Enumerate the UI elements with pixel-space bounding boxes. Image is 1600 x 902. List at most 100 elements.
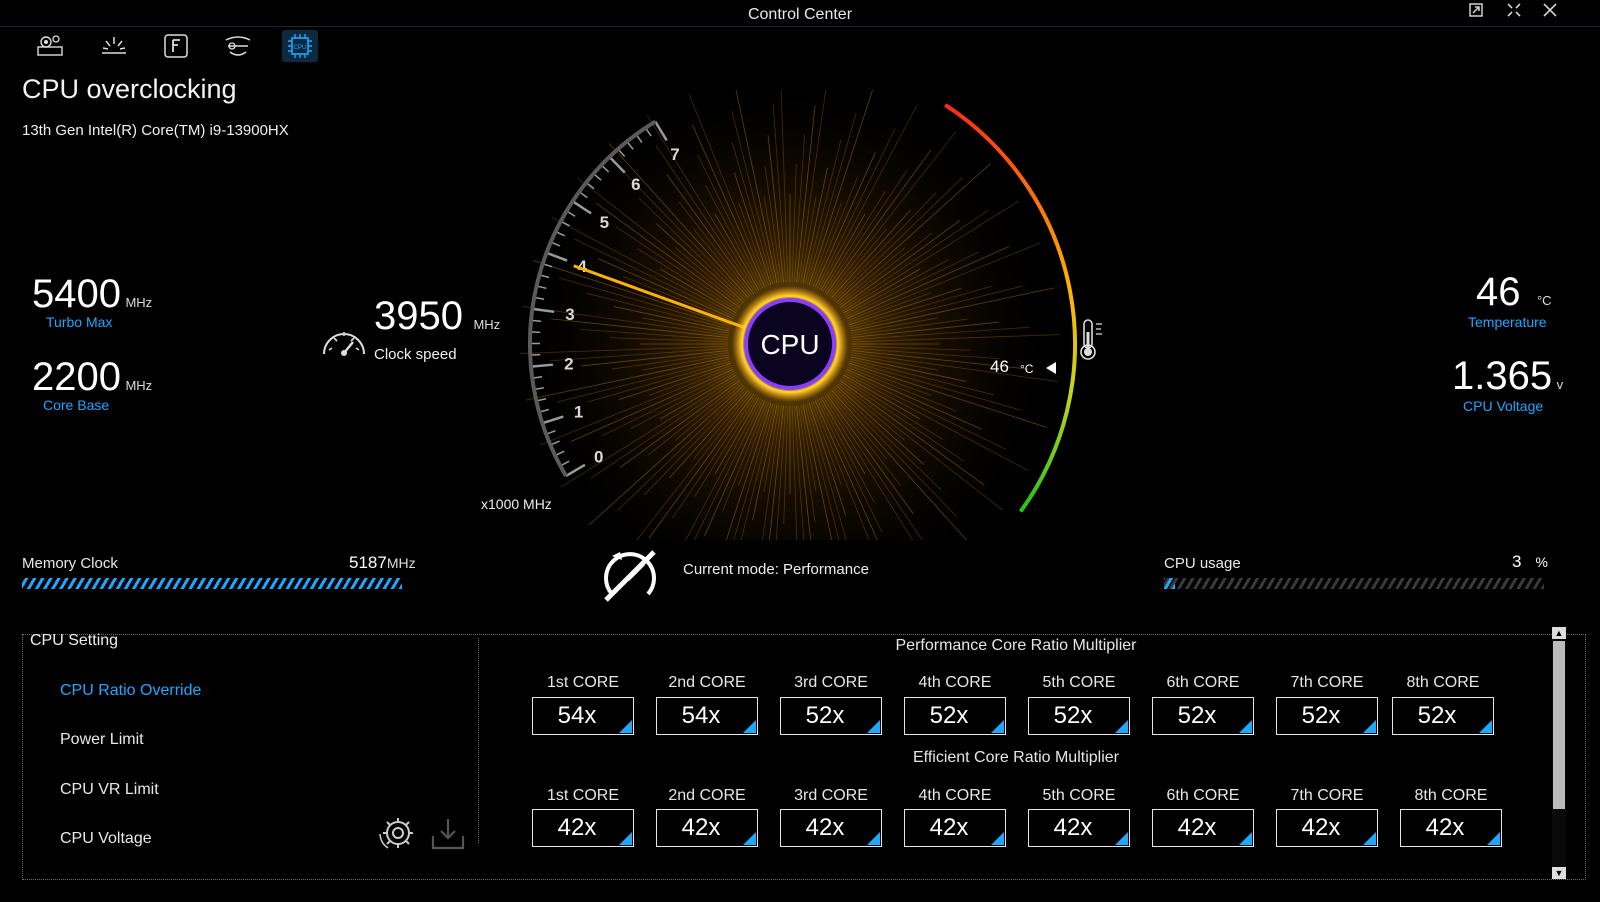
- gauge-tick-label: 6: [631, 175, 640, 194]
- cpu-usage-bar: [1164, 578, 1544, 589]
- temperature-label: Temperature: [1468, 314, 1547, 330]
- performance-core-ratio-input[interactable]: 52x: [904, 697, 1006, 735]
- efficient-core-ratio-value: 42x: [1177, 814, 1217, 841]
- performance-core-ratio-input[interactable]: 54x: [532, 697, 634, 735]
- performance-core-label: 3rd CORE: [794, 674, 868, 691]
- cpu-usage-unit: %: [1535, 554, 1548, 570]
- speedometer-icon: [320, 320, 368, 363]
- setting-power-limit[interactable]: Power Limit: [60, 731, 144, 749]
- gauge-tick-label: 7: [670, 145, 679, 164]
- efficient-core-ratio-input[interactable]: 42x: [1028, 809, 1130, 847]
- turbo-max-value: 5400: [32, 272, 121, 316]
- ratio-dropdown-corner-icon: [743, 720, 756, 733]
- setting-cpu-vr-limit[interactable]: CPU VR Limit: [60, 781, 159, 799]
- efficient-core-label: 3rd CORE: [794, 787, 868, 804]
- performance-core-ratio-value: 52x: [1301, 702, 1341, 729]
- performance-core-ratio-input[interactable]: 52x: [780, 697, 882, 735]
- minimize-icon[interactable]: [1500, 2, 1528, 24]
- gauge-tick-label: 5: [600, 213, 609, 232]
- turbo-max-stat: 5400 MHz: [32, 272, 152, 317]
- ratio-dropdown-corner-icon: [867, 720, 880, 733]
- performance-core-ratio-value: 52x: [929, 702, 969, 729]
- ratio-dropdown-corner-icon: [1115, 720, 1128, 733]
- temperature-unit: °C: [1536, 293, 1552, 308]
- performance-mode-icon: [598, 546, 662, 613]
- efficient-core-ratio-input[interactable]: 42x: [1400, 809, 1502, 847]
- panel-divider: [478, 638, 479, 843]
- scroll-down-icon[interactable]: ▼: [1552, 867, 1566, 879]
- apply-settings-gear-icon[interactable]: [378, 814, 418, 857]
- efficient-core-label: 4th CORE: [918, 787, 992, 804]
- cpu-usage-bar-fill: [1164, 578, 1176, 589]
- close-icon[interactable]: [1536, 2, 1564, 24]
- voltage-label: CPU Voltage: [1463, 398, 1544, 414]
- performance-core-heading: Performance Core Ratio Multiplier: [895, 637, 1137, 654]
- gauge-tick-label: 0: [594, 448, 603, 467]
- temperature-value: 46: [1476, 270, 1521, 314]
- performance-core-ratio-input[interactable]: 52x: [1276, 697, 1378, 735]
- performance-core-ratio-value: 52x: [1177, 702, 1217, 729]
- scrollbar-thumb[interactable]: [1553, 641, 1565, 809]
- ratio-dropdown-corner-icon: [1115, 832, 1128, 845]
- turbo-max-unit: MHz: [125, 295, 153, 310]
- gauge-tick-label: 1: [574, 403, 583, 422]
- brightness-icon[interactable]: [96, 30, 132, 62]
- performance-core-label: 8th CORE: [1406, 674, 1480, 691]
- cpu-chip-icon[interactable]: CPU: [282, 30, 318, 62]
- memory-clock-unit: MHz: [386, 555, 416, 571]
- cpu-usage-value: 3: [1512, 552, 1522, 571]
- performance-core-ratio-value: 52x: [1053, 702, 1093, 729]
- ratio-dropdown-corner-icon: [619, 720, 632, 733]
- efficient-core-ratio-input[interactable]: 42x: [780, 809, 882, 847]
- efficient-core-ratio-value: 42x: [929, 814, 969, 841]
- performance-core-label: 7th CORE: [1290, 674, 1364, 691]
- efficient-core-ratio-input[interactable]: 42x: [532, 809, 634, 847]
- current-mode: Current mode: Performance: [683, 561, 869, 578]
- save-download-icon[interactable]: [430, 816, 466, 855]
- efficient-core-ratio-input[interactable]: 42x: [656, 809, 758, 847]
- efficient-core-ratio-input[interactable]: 42x: [1152, 809, 1254, 847]
- ratio-dropdown-corner-icon: [1363, 832, 1376, 845]
- system-settings-icon[interactable]: [32, 30, 68, 62]
- efficient-core-label: 5th CORE: [1042, 787, 1116, 804]
- performance-core-ratio-value: 54x: [557, 702, 597, 729]
- performance-core-ratio-input[interactable]: 52x: [1392, 697, 1494, 735]
- performance-core-ratio-input[interactable]: 52x: [1028, 697, 1130, 735]
- core-base-stat: 2200 MHz: [32, 355, 152, 400]
- temperature-stat: 46 °C: [1476, 270, 1552, 315]
- core-base-value: 2200: [32, 355, 121, 399]
- performance-core-ratio-input[interactable]: 54x: [656, 697, 758, 735]
- performance-core-ratio-input[interactable]: 52x: [1152, 697, 1254, 735]
- ratio-dropdown-corner-icon: [1239, 832, 1252, 845]
- svg-text:CPU: CPU: [294, 45, 307, 51]
- gauge-temp-unit: °C: [1020, 362, 1034, 376]
- efficient-core-ratio-value: 42x: [681, 814, 721, 841]
- fan-icon[interactable]: [220, 30, 256, 62]
- core-base-label: Core Base: [43, 397, 110, 413]
- performance-core-label: 2nd CORE: [668, 674, 746, 691]
- function-key-icon[interactable]: [158, 30, 194, 62]
- performance-core-ratio-value: 52x: [1417, 702, 1457, 729]
- clock-speed-label: Clock speed: [374, 346, 457, 363]
- ratio-dropdown-corner-icon: [1239, 720, 1252, 733]
- gauge-tick-label: 3: [565, 305, 574, 324]
- performance-core-ratio-value: 54x: [681, 702, 721, 729]
- setting-cpu-voltage[interactable]: CPU Voltage: [60, 830, 152, 848]
- memory-clock-value: 5187: [349, 553, 387, 572]
- ratio-dropdown-corner-icon: [1479, 720, 1492, 733]
- efficient-core-ratio-input[interactable]: 42x: [904, 809, 1006, 847]
- ratio-dropdown-corner-icon: [1363, 720, 1376, 733]
- gauge-scale-unit: x1000 MHz: [481, 496, 552, 512]
- ratio-dropdown-corner-icon: [991, 720, 1004, 733]
- page-title: CPU overclocking: [22, 74, 237, 104]
- memory-clock-readout: 5187MHz: [349, 553, 416, 573]
- restore-icon[interactable]: [1462, 2, 1490, 24]
- efficient-core-ratio-input[interactable]: 42x: [1276, 809, 1378, 847]
- performance-core-label: 1st CORE: [546, 674, 619, 691]
- scroll-up-icon[interactable]: ▲: [1552, 627, 1566, 639]
- cpu-center-label: CPU: [760, 329, 819, 360]
- settings-scrollbar[interactable]: ▲ ▼: [1552, 627, 1566, 879]
- setting-cpu-ratio-override[interactable]: CPU Ratio Override: [60, 682, 201, 700]
- performance-core-label: 6th CORE: [1166, 674, 1240, 691]
- efficient-core-ratio-value: 42x: [1053, 814, 1093, 841]
